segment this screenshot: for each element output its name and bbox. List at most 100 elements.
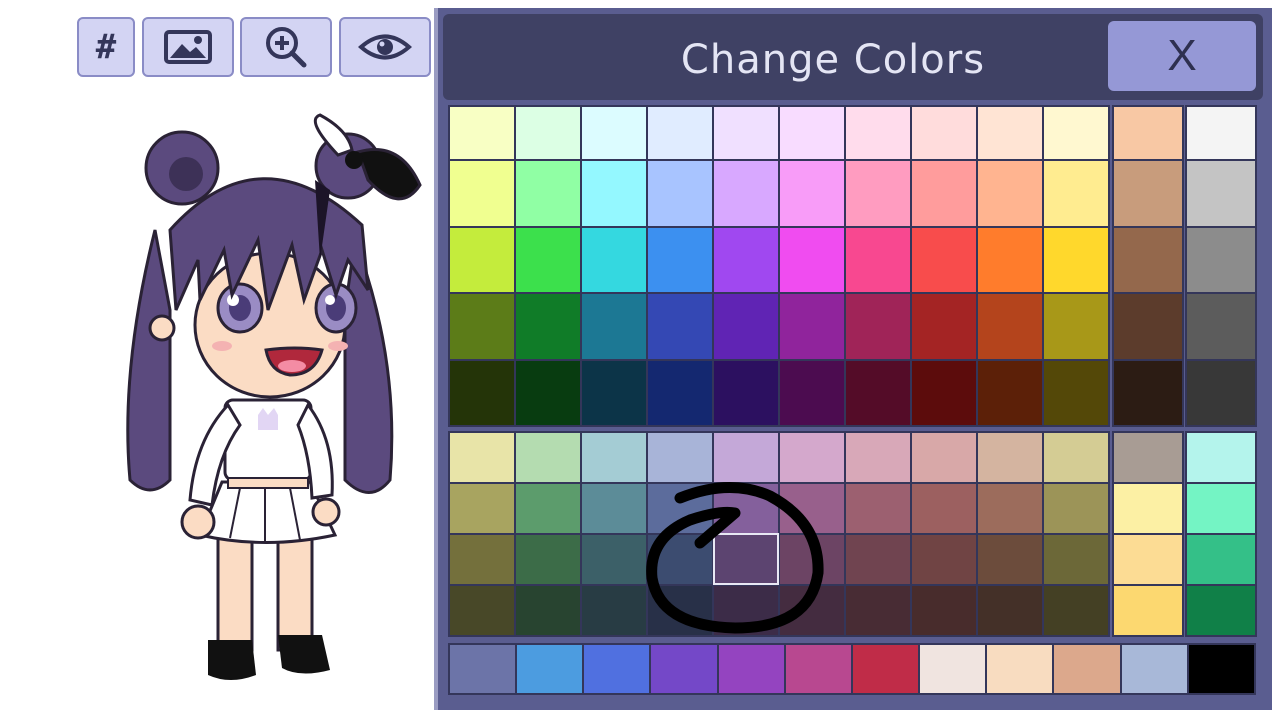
mint-swatch[interactable]	[1187, 535, 1255, 584]
recent-color-swatch[interactable]	[718, 645, 784, 693]
color-swatch[interactable]	[714, 360, 778, 425]
color-swatch[interactable]	[978, 433, 1042, 482]
color-swatch[interactable]	[648, 586, 712, 635]
color-swatch[interactable]	[450, 107, 514, 159]
background-button[interactable]	[142, 17, 234, 77]
color-swatch[interactable]	[648, 227, 712, 292]
zoom-button[interactable]	[240, 17, 332, 77]
mint-swatch[interactable]	[1187, 586, 1255, 635]
color-swatch[interactable]	[648, 294, 712, 359]
recent-color-swatch[interactable]	[1121, 645, 1187, 693]
color-swatch[interactable]	[780, 360, 844, 425]
gray-swatch[interactable]	[1187, 294, 1255, 359]
color-swatch[interactable]	[780, 586, 844, 635]
color-swatch[interactable]	[780, 227, 844, 292]
color-swatch[interactable]	[714, 294, 778, 359]
color-swatch[interactable]	[516, 433, 580, 482]
color-swatch[interactable]	[912, 586, 976, 635]
color-swatch[interactable]	[582, 484, 646, 533]
yellow-swatch[interactable]	[1114, 484, 1182, 533]
color-swatch[interactable]	[846, 484, 910, 533]
color-swatch[interactable]	[978, 107, 1042, 159]
color-swatch[interactable]	[1044, 535, 1108, 584]
color-swatch[interactable]	[648, 161, 712, 226]
color-swatch[interactable]	[846, 107, 910, 159]
color-swatch[interactable]	[648, 107, 712, 159]
color-swatch[interactable]	[846, 433, 910, 482]
color-swatch[interactable]	[780, 161, 844, 226]
color-swatch[interactable]	[582, 586, 646, 635]
yellow-swatch[interactable]	[1114, 586, 1182, 635]
gray-swatch[interactable]	[1187, 161, 1255, 226]
color-swatch[interactable]	[780, 107, 844, 159]
color-swatch[interactable]	[1044, 484, 1108, 533]
color-swatch[interactable]	[450, 161, 514, 226]
color-swatch[interactable]	[912, 227, 976, 292]
color-swatch[interactable]	[516, 107, 580, 159]
color-swatch[interactable]	[912, 294, 976, 359]
color-swatch[interactable]	[912, 360, 976, 425]
skin-swatch[interactable]	[1114, 161, 1182, 226]
color-swatch[interactable]	[582, 360, 646, 425]
mint-swatch[interactable]	[1187, 484, 1255, 533]
color-swatch[interactable]	[582, 107, 646, 159]
color-swatch[interactable]	[582, 227, 646, 292]
color-swatch[interactable]	[450, 484, 514, 533]
color-swatch[interactable]	[846, 227, 910, 292]
color-swatch[interactable]	[450, 586, 514, 635]
color-swatch[interactable]	[516, 586, 580, 635]
skin-swatch[interactable]	[1114, 107, 1182, 159]
recent-color-swatch[interactable]	[584, 645, 650, 693]
color-code-button[interactable]: #	[77, 17, 135, 77]
color-swatch[interactable]	[1044, 360, 1108, 425]
color-swatch[interactable]	[1044, 227, 1108, 292]
color-swatch[interactable]	[846, 161, 910, 226]
gray-swatch[interactable]	[1187, 227, 1255, 292]
recent-color-swatch[interactable]	[1188, 645, 1254, 693]
color-swatch[interactable]	[516, 535, 580, 584]
color-swatch[interactable]	[450, 294, 514, 359]
gray-swatch[interactable]	[1187, 107, 1255, 159]
recent-color-swatch[interactable]	[785, 645, 851, 693]
color-swatch[interactable]	[912, 107, 976, 159]
color-swatch[interactable]	[714, 433, 778, 482]
preview-button[interactable]	[339, 17, 431, 77]
color-swatch[interactable]	[648, 535, 712, 584]
yellow-swatch[interactable]	[1114, 535, 1182, 584]
color-swatch[interactable]	[846, 294, 910, 359]
color-swatch[interactable]	[846, 360, 910, 425]
color-swatch[interactable]	[714, 535, 778, 584]
color-swatch[interactable]	[978, 586, 1042, 635]
recent-color-swatch[interactable]	[517, 645, 583, 693]
color-swatch[interactable]	[978, 294, 1042, 359]
color-swatch[interactable]	[780, 294, 844, 359]
color-swatch[interactable]	[1044, 107, 1108, 159]
color-swatch[interactable]	[912, 535, 976, 584]
color-swatch[interactable]	[648, 360, 712, 425]
yellow-swatch[interactable]	[1114, 433, 1182, 482]
color-swatch[interactable]	[582, 433, 646, 482]
color-swatch[interactable]	[582, 535, 646, 584]
color-swatch[interactable]	[978, 360, 1042, 425]
color-swatch[interactable]	[516, 227, 580, 292]
color-swatch[interactable]	[978, 227, 1042, 292]
recent-color-swatch[interactable]	[987, 645, 1053, 693]
recent-color-swatch[interactable]	[920, 645, 986, 693]
color-swatch[interactable]	[648, 484, 712, 533]
color-swatch[interactable]	[1044, 586, 1108, 635]
color-swatch[interactable]	[516, 294, 580, 359]
color-swatch[interactable]	[978, 161, 1042, 226]
color-swatch[interactable]	[1044, 161, 1108, 226]
color-swatch[interactable]	[582, 161, 646, 226]
color-swatch[interactable]	[912, 484, 976, 533]
color-swatch[interactable]	[516, 484, 580, 533]
recent-color-swatch[interactable]	[450, 645, 516, 693]
color-swatch[interactable]	[648, 433, 712, 482]
color-swatch[interactable]	[450, 227, 514, 292]
color-swatch[interactable]	[912, 433, 976, 482]
color-swatch[interactable]	[450, 535, 514, 584]
color-swatch[interactable]	[450, 360, 514, 425]
color-swatch[interactable]	[516, 161, 580, 226]
color-swatch[interactable]	[912, 161, 976, 226]
color-swatch[interactable]	[714, 161, 778, 226]
